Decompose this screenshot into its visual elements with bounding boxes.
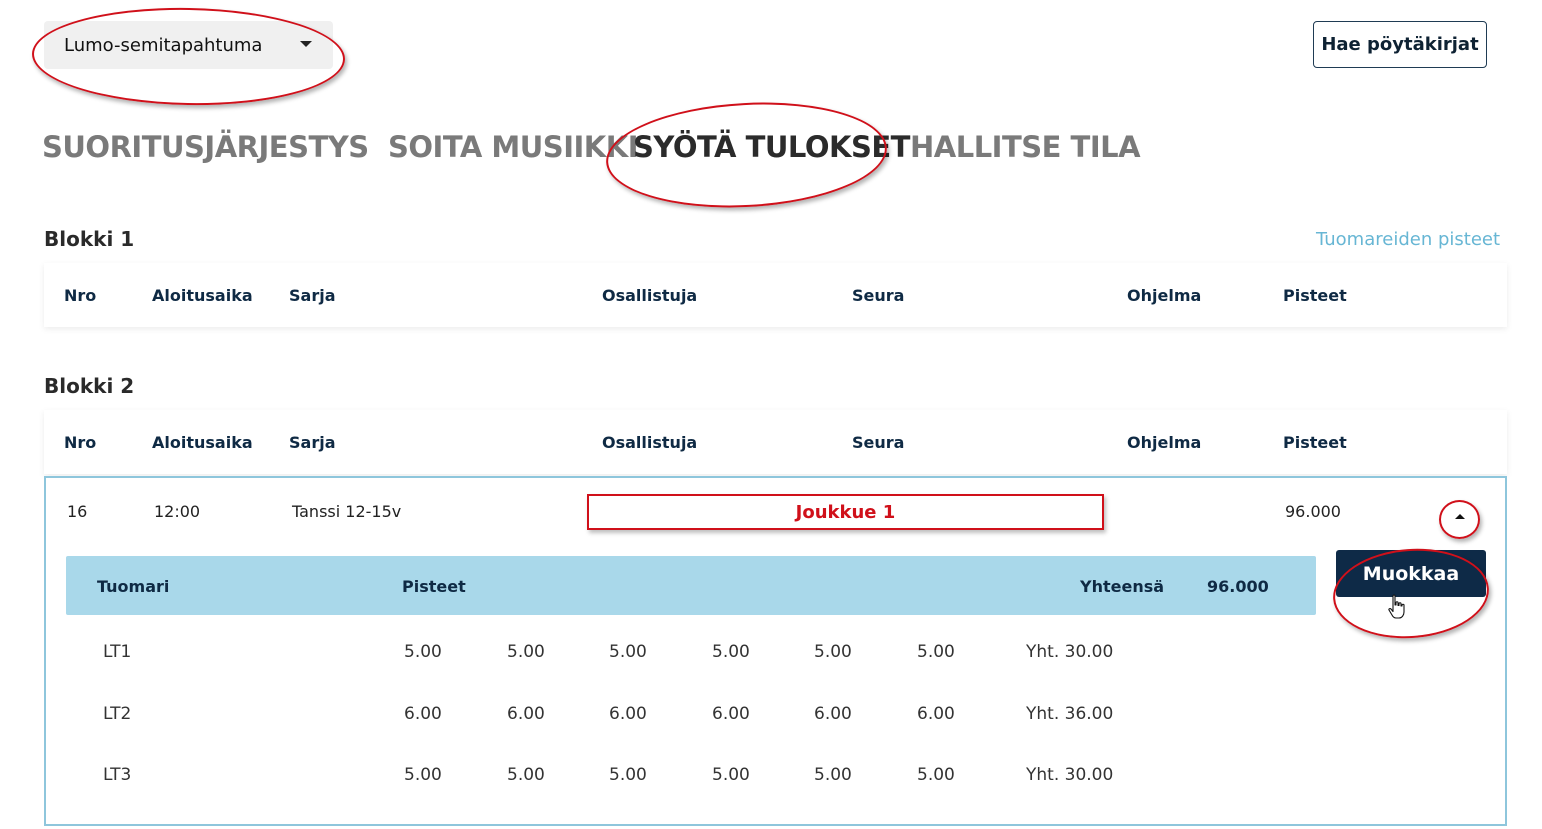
block-2-table-header: Nro Aloitusaika Sarja Osallistuja Seura … — [44, 410, 1507, 474]
block-2-title: Blokki 2 — [44, 374, 135, 398]
col-club: Seura — [852, 433, 905, 452]
judge-row-lt2: LT2 6.00 6.00 6.00 6.00 6.00 6.00 Yht. 3… — [0, 704, 1542, 728]
points-column-header: Pisteet — [402, 577, 466, 596]
judge-score: 5.00 — [712, 642, 750, 662]
judge-name: LT1 — [103, 642, 132, 662]
judge-score: 5.00 — [917, 765, 955, 785]
entry-series: Tanssi 12-15v — [292, 502, 402, 521]
judge-column-header: Tuomari — [97, 577, 170, 596]
judge-score: 6.00 — [404, 704, 442, 724]
caret-down-icon — [300, 41, 312, 47]
judge-score: 5.00 — [712, 765, 750, 785]
judges-points-link[interactable]: Tuomareiden pisteet — [1316, 229, 1500, 250]
judge-score: 5.00 — [404, 765, 442, 785]
judge-score: 5.00 — [609, 765, 647, 785]
tab-performance-order[interactable]: SUORITUSJÄRJESTYS — [42, 130, 369, 164]
judge-row-total: Yht. 30.00 — [1026, 765, 1114, 785]
judge-row-total: Yht. 36.00 — [1026, 704, 1114, 724]
entry-points: 96.000 — [1285, 502, 1341, 521]
tab-play-music[interactable]: SOITA MUSIIKKI — [388, 130, 639, 164]
judge-score: 5.00 — [609, 642, 647, 662]
judge-score: 5.00 — [814, 765, 852, 785]
caret-up-icon — [1455, 513, 1465, 519]
col-start-time: Aloitusaika — [152, 286, 253, 305]
col-start-time: Aloitusaika — [152, 433, 253, 452]
total-value: 96.000 — [1207, 577, 1269, 596]
entry-nro: 16 — [67, 502, 88, 521]
tab-manage-state[interactable]: HALLITSE TILA — [910, 130, 1141, 164]
judge-row-lt3: LT3 5.00 5.00 5.00 5.00 5.00 5.00 Yht. 3… — [0, 765, 1542, 789]
judges-table-header: Tuomari Pisteet Yhteensä 96.000 — [66, 556, 1316, 615]
judge-score: 6.00 — [507, 704, 545, 724]
judge-name: LT2 — [103, 704, 132, 724]
judge-row-lt1: LT1 5.00 5.00 5.00 5.00 5.00 5.00 Yht. 3… — [0, 642, 1542, 666]
block-1-table-header: Nro Aloitusaika Sarja Osallistuja Seura … — [44, 263, 1507, 327]
block-1-title: Blokki 1 — [44, 227, 135, 251]
judge-score: 5.00 — [917, 642, 955, 662]
event-select-value: Lumo-semitapahtuma — [64, 34, 263, 56]
col-program: Ohjelma — [1127, 286, 1202, 305]
judge-row-total: Yht. 30.00 — [1026, 642, 1114, 662]
judge-score: 6.00 — [917, 704, 955, 724]
judge-score: 5.00 — [507, 765, 545, 785]
entry-participant: Joukkue 1 — [587, 494, 1104, 530]
collapse-row-button[interactable] — [1448, 506, 1472, 526]
entry-start-time: 12:00 — [154, 502, 201, 521]
judge-score: 5.00 — [507, 642, 545, 662]
col-participant: Osallistuja — [602, 433, 698, 452]
judge-score: 6.00 — [814, 704, 852, 724]
judge-score: 5.00 — [814, 642, 852, 662]
col-nro: Nro — [64, 433, 97, 452]
tab-enter-results[interactable]: SYÖTÄ TULOKSET — [633, 130, 910, 164]
fetch-protocols-button[interactable]: Hae pöytäkirjat — [1313, 21, 1487, 68]
judge-score: 6.00 — [712, 704, 750, 724]
col-club: Seura — [852, 286, 905, 305]
hand-cursor-icon — [1388, 594, 1405, 619]
col-participant: Osallistuja — [602, 286, 698, 305]
event-select[interactable]: Lumo-semitapahtuma — [44, 21, 333, 69]
col-nro: Nro — [64, 286, 97, 305]
total-label: Yhteensä — [1080, 577, 1165, 596]
col-points: Pisteet — [1283, 286, 1347, 305]
col-program: Ohjelma — [1127, 433, 1202, 452]
judge-name: LT3 — [103, 765, 132, 785]
edit-button[interactable]: Muokkaa — [1336, 550, 1486, 597]
col-points: Pisteet — [1283, 433, 1347, 452]
col-series: Sarja — [289, 286, 336, 305]
judge-score: 6.00 — [609, 704, 647, 724]
col-series: Sarja — [289, 433, 336, 452]
judge-score: 5.00 — [404, 642, 442, 662]
